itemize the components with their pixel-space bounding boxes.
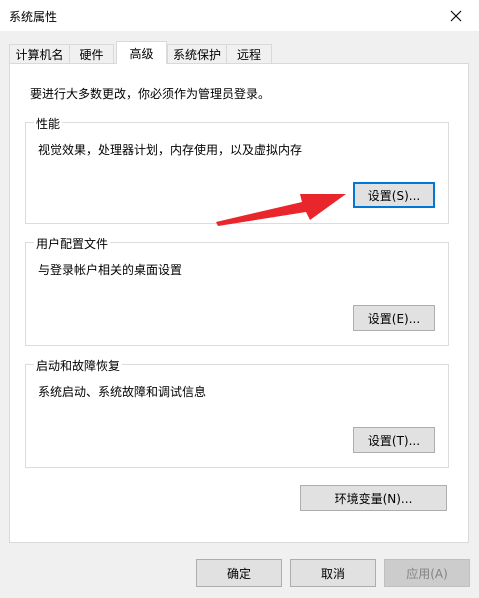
tab-remote[interactable]: 远程	[226, 44, 272, 63]
advanced-tab-panel: 要进行大多数更改，你必须作为管理员登录。 性能 视觉效果，处理器计划，内存使用，…	[9, 63, 469, 543]
cancel-button[interactable]: 取消	[290, 559, 376, 587]
ok-button[interactable]: 确定	[196, 559, 282, 587]
title-bar[interactable]: 系统属性	[0, 0, 479, 31]
user-profiles-description: 与登录帐户相关的桌面设置	[38, 263, 183, 277]
user-profiles-group: 用户配置文件 与登录帐户相关的桌面设置 设置(E)...	[25, 235, 449, 346]
dialog-client-area: 计算机名 硬件 高级 系统保护 远程 要进行大多数更改，你必须作为管理员登录。 …	[0, 31, 479, 598]
startup-recovery-group: 启动和故障恢复 系统启动、系统故障和调试信息 设置(T)...	[25, 357, 449, 468]
tab-system-protection[interactable]: 系统保护	[167, 44, 227, 63]
close-button[interactable]	[433, 0, 479, 31]
user-profiles-settings-button[interactable]: 设置(E)...	[353, 305, 435, 331]
tab-advanced[interactable]: 高级	[116, 41, 167, 64]
performance-description: 视觉效果，处理器计划，内存使用，以及虚拟内存	[38, 143, 303, 157]
admin-note: 要进行大多数更改，你必须作为管理员登录。	[30, 87, 271, 101]
startup-recovery-group-title: 启动和故障恢复	[34, 357, 123, 374]
apply-button[interactable]: 应用(A)	[384, 559, 470, 587]
performance-settings-button[interactable]: 设置(S)...	[353, 182, 435, 208]
annotation-arrow-icon	[216, 194, 346, 226]
tab-computer-name[interactable]: 计算机名	[9, 44, 70, 63]
startup-recovery-settings-button[interactable]: 设置(T)...	[353, 427, 435, 453]
startup-recovery-description: 系统启动、系统故障和调试信息	[38, 385, 207, 399]
tab-hardware[interactable]: 硬件	[69, 44, 114, 63]
user-profiles-group-title: 用户配置文件	[34, 235, 111, 252]
window-title: 系统属性	[9, 10, 58, 24]
environment-variables-button[interactable]: 环境变量(N)...	[300, 485, 447, 511]
close-icon	[450, 10, 462, 21]
performance-group-title: 性能	[34, 115, 63, 132]
